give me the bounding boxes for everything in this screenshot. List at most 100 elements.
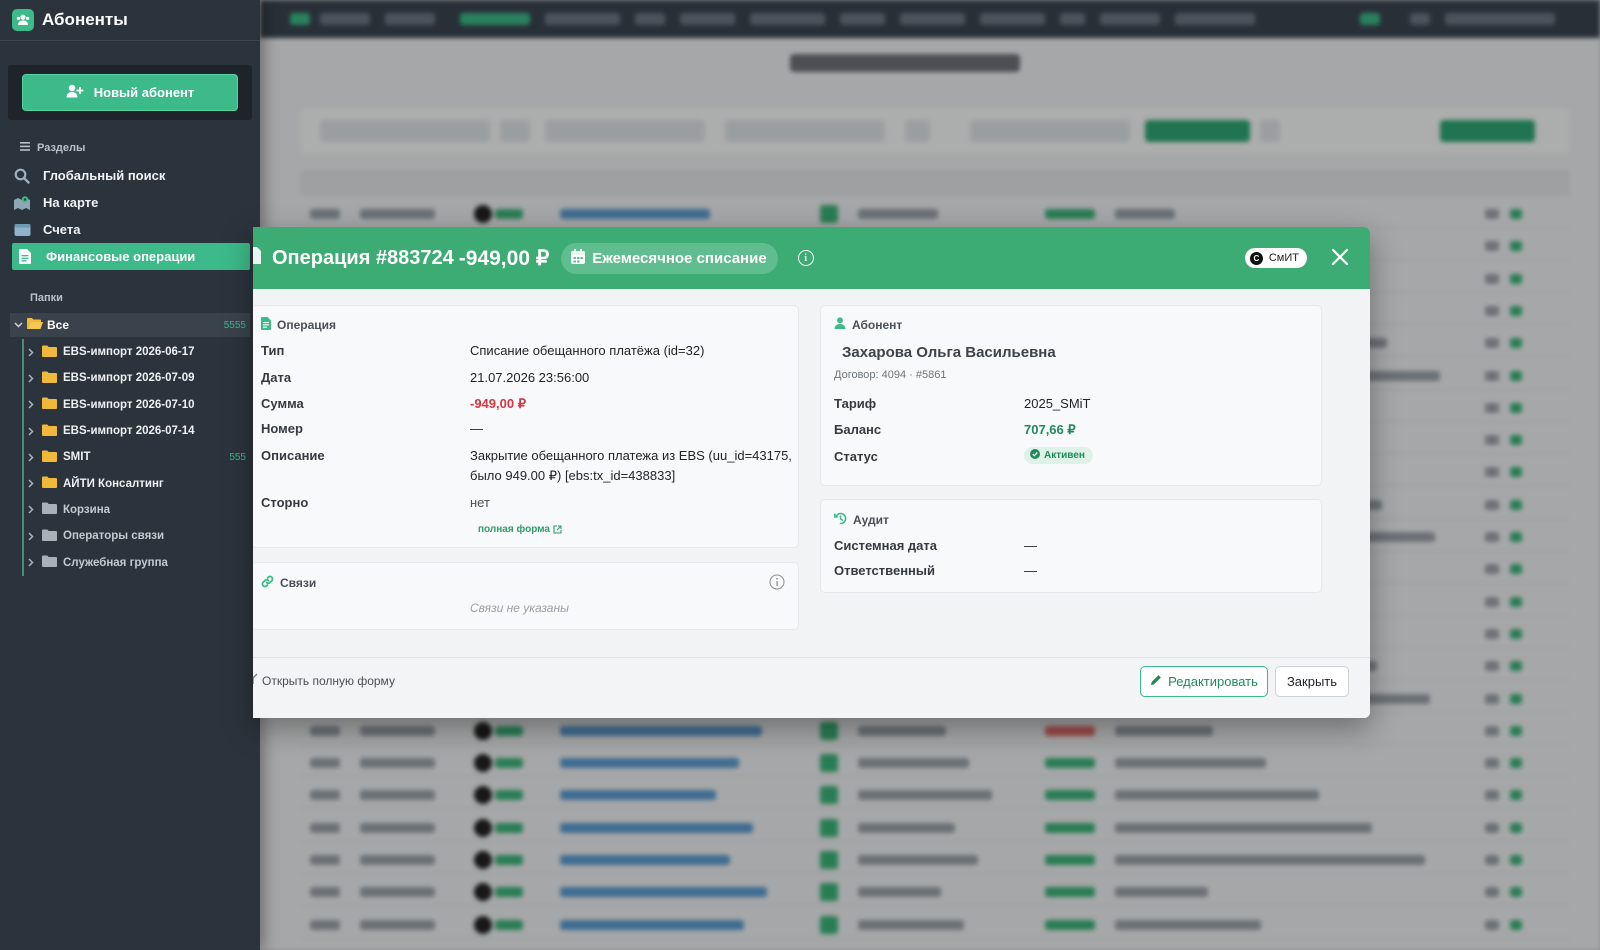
status-label: Статус	[834, 449, 878, 464]
document-icon	[253, 246, 261, 270]
folder-icon	[42, 476, 57, 491]
sidebar: Абоненты Новый абонент Разделы Глобальны…	[0, 0, 260, 950]
external-link-icon	[553, 522, 562, 537]
folder-icon	[42, 424, 57, 439]
folder-icon	[42, 555, 57, 570]
edit-button[interactable]: Редактировать	[1140, 666, 1268, 697]
sidebar-nav: Глобальный поиск На карте Счета Финансов…	[0, 162, 260, 270]
links-card: Связи Связи не указаны	[253, 562, 799, 630]
calendar-icon	[571, 248, 586, 268]
users-icon	[12, 9, 34, 31]
sidebar-item-map[interactable]: На карте	[0, 189, 250, 216]
close-button[interactable]: Закрыть	[1275, 666, 1349, 697]
full-form-link-label: полная форма	[478, 524, 550, 535]
full-form-link[interactable]: полная форма	[478, 522, 562, 537]
pencil-icon	[1150, 674, 1162, 689]
operation-card-heading: Операция	[261, 317, 336, 333]
folder-item[interactable]: EBS-импорт 2026-06-17	[24, 339, 250, 365]
search-icon	[13, 167, 31, 185]
info-icon[interactable]	[769, 574, 785, 594]
provider-logo-icon: С	[1249, 251, 1263, 265]
folder-count: 555	[229, 451, 246, 463]
chevron-right-icon[interactable]	[26, 505, 36, 515]
folder-item[interactable]: EBS-импорт 2026-07-14	[24, 418, 250, 444]
chevron-right-icon[interactable]	[26, 531, 36, 541]
status-badge: Активен	[1024, 447, 1093, 464]
wallet-icon	[13, 221, 31, 239]
operation-type-label: Ежемесячное списание	[592, 249, 767, 267]
folder-icon	[42, 502, 57, 517]
folder-icon	[42, 529, 57, 544]
list-icon	[20, 142, 30, 154]
operation-card: Операция Тип Списание обещанного платёжа…	[253, 305, 799, 548]
sidebar-title: Абоненты	[42, 10, 128, 29]
edit-button-label: Редактировать	[1168, 674, 1258, 689]
responsible-value: —	[1024, 563, 1037, 578]
sidebar-item-financial-operations[interactable]: Финансовые операции	[12, 243, 250, 270]
sections-heading: Разделы	[0, 140, 260, 156]
chevron-right-icon[interactable]	[26, 558, 36, 568]
modal-header: Операция #883724 -949,00 ₽ Ежемесячное с…	[253, 227, 1370, 289]
folder-list: EBS-импорт 2026-06-17 EBS-импорт 2026-07-…	[22, 339, 260, 576]
chevron-down-icon[interactable]	[13, 320, 23, 330]
description-value-line2: было 949.00 ₽) [ebs:tx_id=438833]	[470, 468, 676, 483]
storno-label: Сторно	[261, 495, 309, 510]
folder-icon	[42, 397, 57, 412]
folder-label: Все	[47, 318, 70, 332]
balance-label: Баланс	[834, 422, 882, 437]
chevron-right-icon[interactable]	[26, 373, 36, 383]
folder-label: Операторы связи	[63, 530, 165, 543]
folder-open-icon	[27, 317, 43, 333]
tariff-label: Тариф	[834, 396, 877, 411]
chevron-right-icon[interactable]	[26, 426, 36, 436]
folder-item[interactable]: SMIT 555	[24, 444, 250, 470]
chevron-right-icon[interactable]	[26, 400, 36, 410]
modal-footer: Открыть полную форму Редактировать Закры…	[253, 657, 1370, 718]
folder-label: EBS-импорт 2026-07-09	[63, 372, 195, 385]
folder-label: АЙТИ Консалтинг	[63, 477, 164, 490]
folder-icon	[42, 371, 57, 386]
close-button-label: Закрыть	[1286, 674, 1338, 689]
folder-item[interactable]: Корзина	[24, 497, 250, 523]
user-icon	[834, 317, 846, 332]
folder-item[interactable]: EBS-импорт 2026-07-10	[24, 392, 250, 418]
provider-label: СмИТ	[1268, 252, 1299, 264]
date-value: 21.07.2026 23:56:00	[470, 370, 590, 385]
type-value: Списание обещанного платёжа (id=32)	[470, 343, 705, 358]
subscriber-name[interactable]: Захарова Ольга Васильевна	[842, 344, 1056, 361]
chevron-right-icon[interactable]	[26, 347, 36, 357]
folder-all[interactable]: Все 5555	[10, 313, 250, 337]
sidebar-item-global-search[interactable]: Глобальный поиск	[0, 162, 250, 189]
folder-item[interactable]: Служебная группа	[24, 549, 250, 575]
folder-label: EBS-импорт 2026-07-14	[63, 425, 195, 438]
folder-label: Корзина	[63, 503, 111, 516]
chevron-right-icon[interactable]	[26, 452, 36, 462]
audit-heading-label: Аудит	[853, 513, 889, 527]
subscriber-card: Абонент Захарова Ольга Васильевна Догово…	[820, 305, 1322, 486]
check-circle-icon	[1030, 449, 1040, 462]
responsible-label: Ответственный	[834, 563, 935, 578]
audit-card-heading: Аудит	[834, 512, 889, 528]
folder-label: Служебная группа	[63, 556, 168, 569]
open-full-form-link[interactable]: Открыть полную форму	[253, 673, 395, 688]
folder-label: EBS-импорт 2026-07-10	[63, 398, 195, 411]
document-icon	[261, 317, 271, 333]
operation-amount: -949,00 ₽	[458, 246, 550, 270]
info-icon[interactable]: i	[797, 250, 814, 266]
folder-icon	[42, 345, 57, 360]
type-label: Тип	[261, 343, 285, 358]
link-icon	[261, 575, 274, 591]
folder-item[interactable]: АЙТИ Консалтинг	[24, 470, 250, 496]
folder-item[interactable]: EBS-импорт 2026-07-09	[24, 365, 250, 391]
chevron-right-icon[interactable]	[26, 479, 36, 489]
map-icon	[13, 194, 31, 212]
sidebar-item-label: Финансовые операции	[46, 249, 196, 264]
links-card-heading: Связи	[261, 575, 316, 591]
operation-number: Операция #883724	[272, 246, 454, 269]
folder-label: SMIT	[63, 451, 91, 464]
close-icon[interactable]	[1330, 247, 1350, 267]
folder-item[interactable]: Операторы связи	[24, 523, 250, 549]
new-subscriber-button[interactable]: Новый абонент	[22, 74, 238, 111]
sidebar-item-accounts[interactable]: Счета	[0, 216, 250, 243]
sidebar-item-label: Глобальный поиск	[43, 168, 166, 183]
